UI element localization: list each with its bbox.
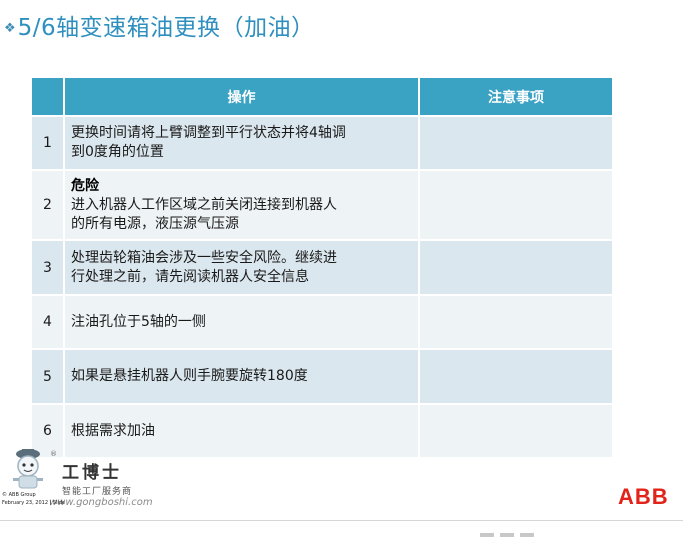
watermark-brand: 工博士	[62, 463, 122, 483]
abb-logo-text: ABB	[618, 485, 669, 507]
row-note	[418, 169, 614, 241]
gongboshi-watermark: ® 工博士 智能工厂服务商 www.gongboshi.com	[4, 444, 153, 519]
row-note	[418, 294, 614, 350]
table-row: 3 处理齿轮箱油会涉及一些安全风险。继续进 行处理之前，请先阅读机器人安全信息	[30, 239, 614, 296]
abb-logo: ABB	[618, 485, 669, 507]
operation-line: 到0度角的位置	[71, 144, 164, 160]
header-operation: 操作	[63, 76, 420, 117]
table-row: 4 注油孔位于5轴的一侧	[30, 294, 614, 350]
table-row: 2 危险 进入机器人工作区域之前关闭连接到机器人 的所有电源，液压源气压源	[30, 169, 614, 241]
row-note	[418, 403, 614, 459]
footer-mark	[520, 533, 534, 537]
operation-line: 根据需求加油	[71, 422, 155, 439]
row-number: 2	[30, 169, 65, 241]
diamond-bullet-icon: ❖	[4, 20, 16, 36]
table-header-row: 操作 注意事项	[30, 76, 614, 117]
operation-line: 如果是悬挂机器人则手腕要旋转180度	[71, 368, 308, 384]
footer-mark	[500, 533, 514, 537]
row-note	[418, 115, 614, 171]
operation-line: 的所有电源，液压源气压源	[71, 215, 239, 232]
footer-divider	[0, 520, 683, 521]
row-operation: 如果是悬挂机器人则手腕要旋转180度	[63, 348, 420, 405]
footer-mark	[480, 533, 494, 537]
row-number: 4	[30, 294, 65, 350]
footer-copyright: © ABB Group	[2, 492, 36, 498]
table-row: 1 更换时间请将上臂调整到平行状态并将4轴调 到0度角的位置	[30, 115, 614, 171]
row-operation: 危险 进入机器人工作区域之前关闭连接到机器人 的所有电源，液压源气压源	[63, 169, 420, 241]
slide-footer: © ABB Group February 23, 2012 | Slide	[2, 491, 65, 507]
footer-marks	[480, 522, 540, 541]
row-note	[418, 239, 614, 296]
row-operation: 更换时间请将上臂调整到平行状态并将4轴调 到0度角的位置	[63, 115, 420, 171]
robot-mascot-icon	[13, 449, 43, 489]
watermark-subtitle: 智能工厂服务商	[62, 487, 133, 497]
row-number: 5	[30, 348, 65, 405]
steps-table: 操作 注意事项 1 更换时间请将上臂调整到平行状态并将4轴调 到0度角的位置 2…	[30, 76, 614, 459]
operation-line: 行处理之前，请先阅读机器人安全信息	[71, 268, 309, 285]
row-operation: 注油孔位于5轴的一侧	[63, 294, 420, 350]
slide-title: ❖ 5/6轴变速箱油更换（加油）	[4, 8, 315, 42]
row-note	[418, 348, 614, 405]
row-operation: 处理齿轮箱油会涉及一些安全风险。继续进 行处理之前，请先阅读机器人安全信息	[63, 239, 420, 296]
row-number: 1	[30, 115, 65, 171]
header-notes: 注意事项	[418, 76, 614, 117]
operation-line: 更换时间请将上臂调整到平行状态并将4轴调	[71, 125, 346, 141]
registered-mark: ®	[50, 450, 57, 458]
danger-heading: 危险	[71, 177, 99, 194]
slide-title-text: 5/6轴变速箱油更换（加油）	[17, 15, 315, 41]
operation-line: 注油孔位于5轴的一侧	[71, 313, 206, 330]
footer-date: February 23, 2012 | Slide	[2, 500, 66, 506]
operation-line: 处理齿轮箱油会涉及一些安全风险。继续进	[71, 249, 337, 266]
operation-line: 进入机器人工作区域之前关闭连接到机器人	[71, 196, 337, 213]
header-num	[30, 76, 65, 117]
row-number: 3	[30, 239, 65, 296]
table-row: 5 如果是悬挂机器人则手腕要旋转180度	[30, 348, 614, 405]
